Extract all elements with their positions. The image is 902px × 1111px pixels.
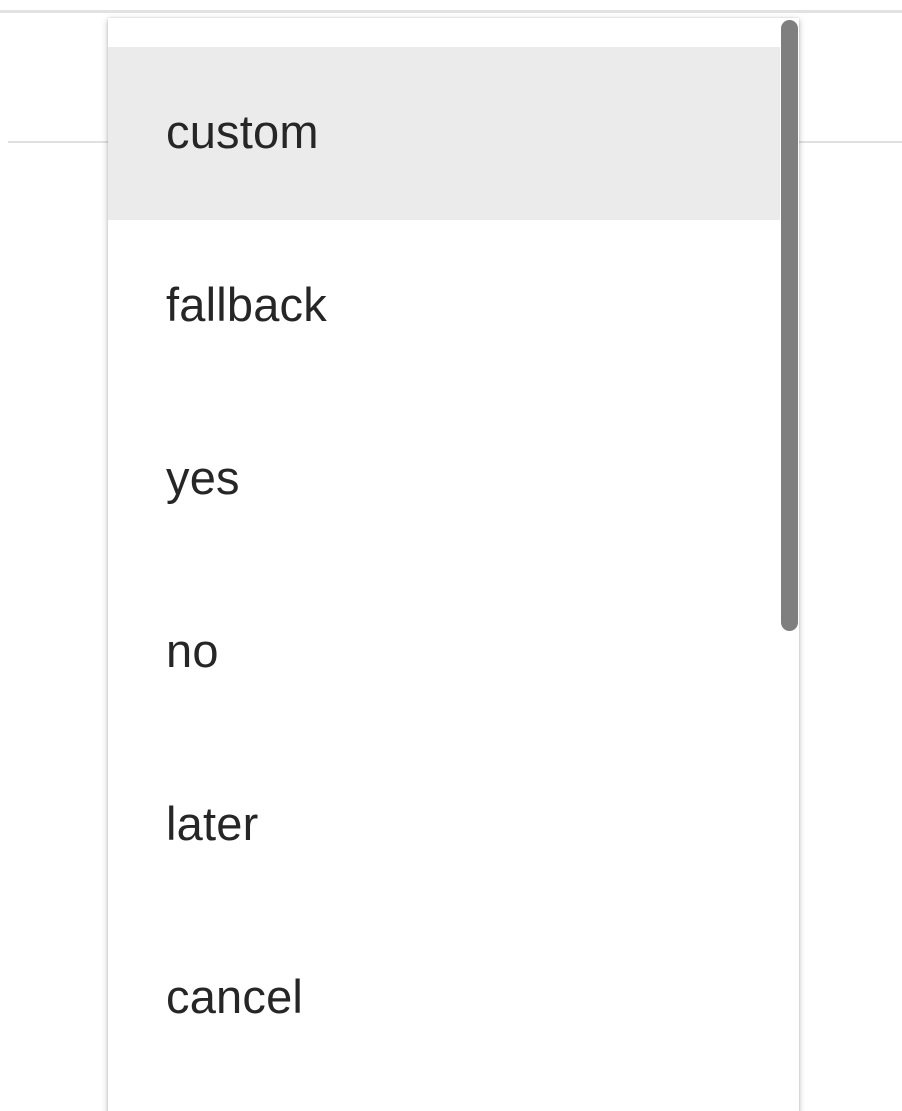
option-label: yes — [166, 451, 240, 504]
option-label: cancel — [166, 970, 304, 1023]
dropdown-menu: custom fallback yes no later cancel — [108, 18, 799, 1111]
option-fallback[interactable]: fallback — [108, 220, 780, 393]
option-yes[interactable]: yes — [108, 393, 780, 566]
background-divider-top — [0, 10, 902, 13]
screen: custom fallback yes no later cancel — [0, 0, 902, 1111]
option-label: later — [166, 797, 259, 850]
option-custom[interactable]: custom — [108, 47, 780, 220]
option-cancel[interactable]: cancel — [108, 912, 780, 1085]
option-label: no — [166, 624, 219, 677]
option-later[interactable]: later — [108, 739, 780, 912]
option-no[interactable]: no — [108, 566, 780, 739]
option-label: fallback — [166, 278, 327, 331]
option-label: custom — [166, 105, 319, 158]
scrollbar-thumb[interactable] — [781, 20, 798, 631]
option-list: custom fallback yes no later cancel — [108, 47, 780, 1085]
